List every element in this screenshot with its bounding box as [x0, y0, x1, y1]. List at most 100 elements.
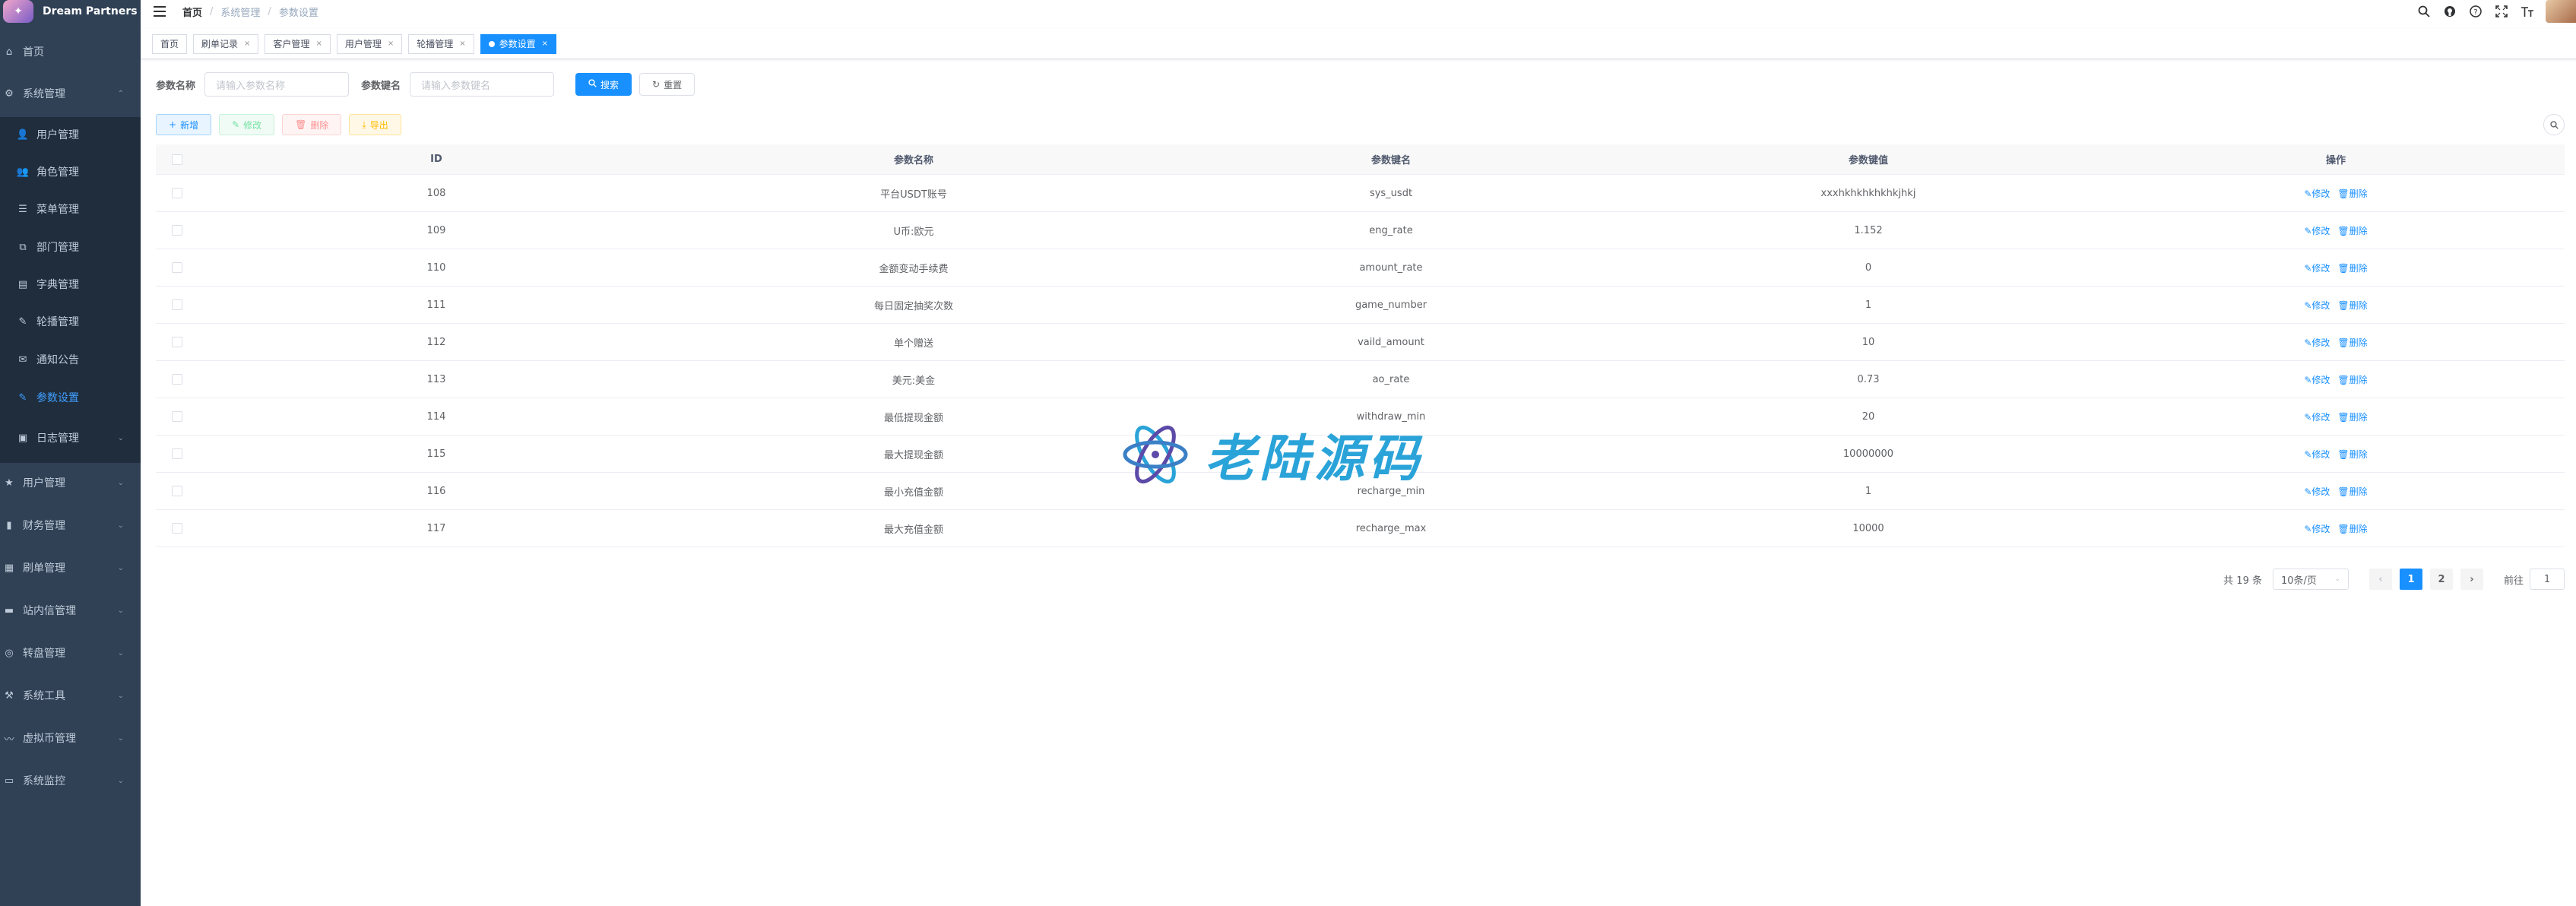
sidebar-item[interactable]: ▭ 系统监控 ⌄	[0, 763, 141, 798]
sidebar-item[interactable]: 👤 用户管理	[0, 117, 141, 152]
page-size-select[interactable]: 10条/页 ⌄	[2272, 569, 2349, 590]
prev-page-button[interactable]: ‹	[2368, 569, 2392, 590]
font-size-icon[interactable]	[2520, 4, 2535, 19]
sidebar-logo[interactable]: ✦ Dream Partners	[0, 0, 141, 23]
param-name-input[interactable]: 请输入参数名称	[204, 72, 350, 97]
sidebar-item[interactable]: ★ 用户管理 ⌄	[0, 465, 141, 500]
row-delete-button[interactable]: 🗑删除	[2337, 188, 2367, 199]
row-checkbox[interactable]	[156, 523, 198, 534]
row-checkbox[interactable]	[156, 337, 198, 347]
param-key-input[interactable]: 请输入参数键名	[410, 72, 555, 97]
table-row[interactable]: 117 最大充值金额 recharge_max 10000 ✎修改 🗑删除	[156, 510, 2565, 547]
sidebar-item-label: 系统监控	[23, 775, 65, 787]
row-checkbox[interactable]	[156, 188, 198, 198]
sidebar-item[interactable]: ⧉ 部门管理	[0, 230, 141, 265]
row-edit-button[interactable]: ✎修改	[2304, 226, 2330, 236]
page-number-button[interactable]: 2	[2429, 569, 2453, 590]
row-delete-button[interactable]: 🗑删除	[2337, 449, 2367, 460]
question-icon[interactable]: ?	[2468, 4, 2483, 19]
row-delete-button[interactable]: 🗑删除	[2337, 226, 2367, 236]
row-edit-button[interactable]: ✎修改	[2304, 188, 2330, 199]
tag-item[interactable]: 客户管理 ×	[265, 33, 331, 54]
github-icon[interactable]	[2442, 4, 2457, 19]
table-row[interactable]: 111 每日固定抽奖次数 game_number 1 ✎修改 🗑删除	[156, 287, 2565, 324]
cell-value: 10000	[1852, 522, 1884, 534]
row-delete-button[interactable]: 🗑删除	[2337, 486, 2367, 497]
row-edit-label: 修改	[2311, 411, 2330, 423]
row-checkbox[interactable]	[156, 225, 198, 236]
table-row[interactable]: 110 金额变动手续费 amount_rate 0 ✎修改 🗑删除	[156, 249, 2565, 287]
row-checkbox[interactable]	[156, 411, 198, 422]
sidebar-item[interactable]: ▦ 刷单管理 ⌄	[0, 550, 141, 585]
param-key-label: 参数键名	[361, 80, 401, 92]
search-icon[interactable]	[2416, 4, 2432, 19]
close-icon[interactable]: ×	[459, 40, 465, 48]
close-icon[interactable]: ×	[542, 40, 548, 48]
reset-button[interactable]: ↻ 重置	[639, 73, 695, 96]
tag-item[interactable]: 用户管理 ×	[336, 33, 403, 54]
row-edit-button[interactable]: ✎修改	[2304, 300, 2330, 311]
breadcrumb-item[interactable]: 系统管理	[220, 5, 260, 19]
add-button[interactable]: + 新增	[156, 114, 212, 135]
row-edit-button[interactable]: ✎修改	[2304, 486, 2330, 497]
sidebar-item[interactable]: ▮ 财务管理 ⌄	[0, 508, 141, 543]
row-delete-button[interactable]: 🗑删除	[2337, 412, 2367, 423]
fullscreen-icon[interactable]	[2494, 4, 2509, 19]
delete-button[interactable]: 🗑 删除	[282, 114, 342, 135]
sidebar-item[interactable]: ✎ 轮播管理	[0, 304, 141, 339]
row-delete-button[interactable]: 🗑删除	[2337, 300, 2367, 311]
goto-page-input[interactable]: 1	[2530, 569, 2565, 590]
row-delete-button[interactable]: 🗑删除	[2337, 263, 2367, 274]
search-button[interactable]: 搜索	[575, 73, 632, 96]
sidebar-item[interactable]: ⚙ 系统管理 ⌃	[0, 76, 141, 111]
toggle-search-icon[interactable]	[2543, 114, 2565, 135]
edit-icon: ✎	[232, 119, 240, 130]
table-row[interactable]: 113 美元:美金 ao_rate 0.73 ✎修改 🗑删除	[156, 361, 2565, 398]
sidebar-item[interactable]: ⌂ 首页	[0, 34, 141, 69]
close-icon[interactable]: ×	[388, 40, 394, 48]
close-icon[interactable]: ×	[315, 40, 322, 48]
tag-item[interactable]: 刷单记录 ×	[193, 33, 259, 54]
sidebar-item-label: 刷单管理	[23, 562, 65, 575]
row-checkbox[interactable]	[156, 486, 198, 496]
row-checkbox[interactable]	[156, 374, 198, 385]
close-icon[interactable]: ×	[244, 40, 250, 48]
row-edit-button[interactable]: ✎修改	[2304, 337, 2330, 348]
page-number-button[interactable]: 1	[2399, 569, 2422, 590]
row-checkbox[interactable]	[156, 448, 198, 459]
sidebar-item[interactable]: ☰ 菜单管理	[0, 192, 141, 226]
sidebar-item[interactable]: ▣ 日志管理 ⌄	[0, 420, 141, 455]
cell-id: 114	[426, 410, 446, 423]
tag-item[interactable]: 首页	[152, 33, 188, 54]
row-delete-button[interactable]: 🗑删除	[2337, 337, 2367, 348]
table-row[interactable]: 112 单个赠送 vaild_amount 10 ✎修改 🗑删除	[156, 324, 2565, 361]
tag-item[interactable]: 轮播管理 ×	[408, 33, 474, 54]
sidebar-item[interactable]: ⚒ 系统工具 ⌄	[0, 678, 141, 713]
row-delete-button[interactable]: 🗑删除	[2337, 375, 2367, 385]
select-all-checkbox[interactable]	[156, 154, 198, 165]
row-edit-button[interactable]: ✎修改	[2304, 449, 2330, 460]
table-row[interactable]: 108 平台USDT账号 sys_usdt xxxhkhkhkhkhkjhkj ✎修改 🗑…	[156, 175, 2565, 212]
sidebar-item[interactable]: 👥 角色管理	[0, 154, 141, 189]
export-button[interactable]: ⤓ 导出	[349, 114, 401, 135]
avatar[interactable]	[2546, 0, 2576, 23]
row-delete-button[interactable]: 🗑删除	[2337, 524, 2367, 534]
row-edit-button[interactable]: ✎修改	[2304, 375, 2330, 385]
sidebar-item[interactable]: 〰虚拟币管理 ⌄	[0, 721, 141, 756]
row-checkbox[interactable]	[156, 262, 198, 273]
sidebar-item[interactable]: ✎ 参数设置	[0, 380, 141, 415]
row-edit-button[interactable]: ✎修改	[2304, 412, 2330, 423]
row-edit-button[interactable]: ✎修改	[2304, 524, 2330, 534]
tag-active[interactable]: 参数设置 ×	[480, 33, 557, 54]
sidebar-item[interactable]: ◎ 转盘管理 ⌄	[0, 635, 141, 670]
table-row[interactable]: 109 U币:欧元 eng_rate 1.152 ✎修改 🗑删除	[156, 212, 2565, 249]
sidebar-item[interactable]: ✉ 通知公告	[0, 342, 141, 377]
export-button-label: 导出	[369, 119, 388, 131]
row-edit-button[interactable]: ✎修改	[2304, 263, 2330, 274]
hamburger-icon[interactable]	[154, 6, 166, 17]
row-checkbox[interactable]	[156, 299, 198, 310]
sidebar-item[interactable]: ▬ 站内信管理 ⌄	[0, 593, 141, 628]
edit-button[interactable]: ✎ 修改	[219, 114, 275, 135]
sidebar-item[interactable]: ▤ 字典管理	[0, 267, 141, 302]
next-page-button[interactable]: ›	[2460, 569, 2483, 590]
